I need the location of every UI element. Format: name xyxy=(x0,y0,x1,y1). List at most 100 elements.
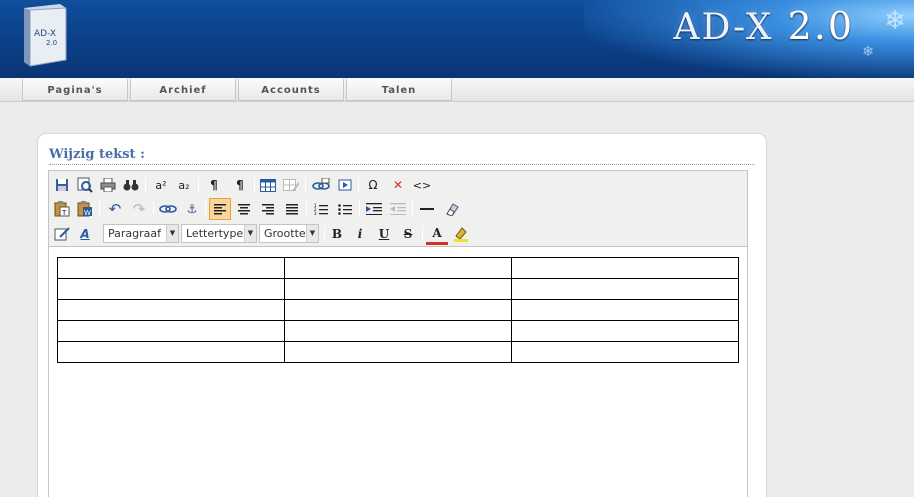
strikethrough-icon[interactable]: S xyxy=(397,223,419,245)
font-select[interactable]: Lettertype ▼ xyxy=(181,224,257,243)
table-cell[interactable] xyxy=(284,257,512,279)
panel-title: Wijzig tekst : xyxy=(49,147,145,162)
format-select-value: Paragraaf xyxy=(108,227,162,240)
site-header: AD-X 2.0 AD-X 2.0 ❄ ❄ xyxy=(0,0,914,78)
table-cell[interactable] xyxy=(511,299,739,321)
table-cell[interactable] xyxy=(511,278,739,300)
product-box-logo: AD-X 2.0 xyxy=(20,2,68,68)
print-icon[interactable] xyxy=(97,174,119,196)
bold-icon[interactable]: B xyxy=(326,223,348,245)
special-char-icon[interactable]: Ω xyxy=(362,174,384,196)
table-cell[interactable] xyxy=(57,341,285,363)
horizontal-rule-icon[interactable] xyxy=(416,198,438,220)
panel-divider xyxy=(49,164,755,165)
chevron-down-icon: ▼ xyxy=(306,225,318,242)
link-icon[interactable] xyxy=(310,174,332,196)
svg-text:AD-X: AD-X xyxy=(34,29,56,39)
editor-toolbar: a² a₂ ¶ ¶ Ω ✕ <> T W ↶ ↷ ⚓ 1 2 3 A Parag… xyxy=(49,171,747,247)
rtl-icon[interactable]: ¶ xyxy=(229,174,251,196)
ordered-list-icon[interactable]: 123 xyxy=(310,198,332,220)
content-table[interactable] xyxy=(57,257,739,363)
tab-paginas[interactable]: Pagina's xyxy=(22,79,128,101)
svg-text:T: T xyxy=(61,209,67,217)
toolbar-separator xyxy=(412,201,413,217)
tab-archief[interactable]: Archief xyxy=(130,79,236,101)
editor-content-area[interactable] xyxy=(49,248,747,497)
table-cell[interactable] xyxy=(284,278,512,300)
snowflake-icon: ❄ xyxy=(884,6,906,36)
table-cell[interactable] xyxy=(57,299,285,321)
paste-text-icon[interactable]: T xyxy=(51,198,73,220)
table-row xyxy=(57,278,739,300)
app-title: AD-X 2.0 xyxy=(674,4,854,48)
align-justify-icon[interactable] xyxy=(281,198,303,220)
redo-icon[interactable]: ↷ xyxy=(128,198,150,220)
table-cell[interactable] xyxy=(57,278,285,300)
tab-accounts[interactable]: Accounts xyxy=(238,79,344,101)
indent-icon[interactable] xyxy=(363,198,385,220)
format-select[interactable]: Paragraaf ▼ xyxy=(103,224,179,243)
align-right-icon[interactable] xyxy=(257,198,279,220)
media-icon[interactable] xyxy=(334,174,356,196)
edit-style-icon[interactable] xyxy=(51,223,73,245)
rich-text-editor: a² a₂ ¶ ¶ Ω ✕ <> T W ↶ ↷ ⚓ 1 2 3 A Parag… xyxy=(48,170,748,497)
table-cell[interactable] xyxy=(284,320,512,342)
italic-icon[interactable]: i xyxy=(349,223,371,245)
toolbar-separator xyxy=(153,201,154,217)
table-cell[interactable] xyxy=(511,341,739,363)
toolbar-separator xyxy=(254,177,255,193)
table-row xyxy=(57,299,739,321)
table-cell[interactable] xyxy=(511,320,739,342)
font-style-icon[interactable]: A xyxy=(74,223,96,245)
undo-icon[interactable]: ↶ xyxy=(104,198,126,220)
underline-icon[interactable]: U xyxy=(373,223,395,245)
table-cell[interactable] xyxy=(511,257,739,279)
highlight-icon[interactable] xyxy=(450,223,472,245)
snowflake-small-icon: ❄ xyxy=(862,44,874,60)
toolbar-separator xyxy=(305,177,306,193)
text-color-icon[interactable]: A xyxy=(426,223,448,245)
toolbar-separator xyxy=(306,201,307,217)
tab-talen[interactable]: Talen xyxy=(346,79,452,101)
toolbar-separator xyxy=(358,177,359,193)
app-version: 2.0 xyxy=(787,4,854,48)
toolbar-separator xyxy=(359,201,360,217)
table-cell[interactable] xyxy=(284,341,512,363)
unordered-list-icon[interactable] xyxy=(334,198,356,220)
toolbar-separator xyxy=(198,177,199,193)
save-icon[interactable] xyxy=(51,174,73,196)
toolbar-separator xyxy=(324,226,325,242)
source-code-icon[interactable]: <> xyxy=(411,174,433,196)
toolbar-separator xyxy=(99,201,100,217)
align-center-icon[interactable] xyxy=(233,198,255,220)
preview-icon[interactable] xyxy=(74,174,96,196)
svg-text:2.0: 2.0 xyxy=(46,39,57,47)
toolbar-separator xyxy=(422,226,423,242)
font-select-value: Lettertype xyxy=(186,227,244,240)
paste-word-icon[interactable]: W xyxy=(74,198,96,220)
table-cell[interactable] xyxy=(284,299,512,321)
size-select[interactable]: Grootte ▼ xyxy=(259,224,319,243)
remove-format-icon[interactable]: ✕ xyxy=(387,174,409,196)
app-title-text: AD-X xyxy=(673,7,774,48)
subscript-icon[interactable]: a₂ xyxy=(173,174,195,196)
ltr-icon[interactable]: ¶ xyxy=(203,174,225,196)
superscript-icon[interactable]: a² xyxy=(150,174,172,196)
chevron-down-icon: ▼ xyxy=(244,225,256,242)
table-cell[interactable] xyxy=(57,320,285,342)
align-left-icon[interactable] xyxy=(209,198,231,220)
chevron-down-icon: ▼ xyxy=(166,225,178,242)
link2-icon[interactable] xyxy=(157,198,179,220)
table-icon[interactable] xyxy=(257,174,279,196)
outdent-icon[interactable] xyxy=(387,198,409,220)
anchor-icon[interactable]: ⚓ xyxy=(181,198,203,220)
toolbar-separator xyxy=(145,177,146,193)
find-icon[interactable] xyxy=(120,174,142,196)
table-row xyxy=(57,257,739,279)
table-row xyxy=(57,341,739,363)
svg-text:3: 3 xyxy=(314,211,317,215)
table-cell[interactable] xyxy=(57,257,285,279)
cleanup-icon[interactable] xyxy=(440,198,462,220)
table-props-icon[interactable] xyxy=(280,174,302,196)
toolbar-separator xyxy=(205,201,206,217)
